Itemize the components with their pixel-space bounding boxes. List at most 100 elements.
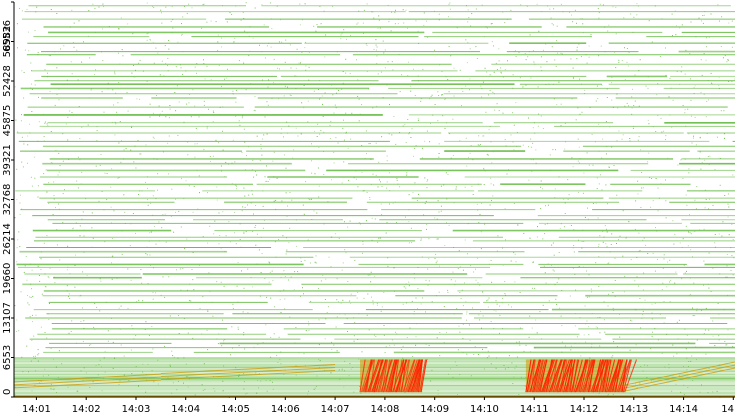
scatter-point [374, 218, 376, 220]
scatter-point [462, 305, 464, 307]
scatter-point [16, 331, 18, 332]
scatter-point [567, 179, 569, 181]
scatter-point [44, 285, 46, 287]
scatter-point [254, 7, 256, 9]
scatter-point [31, 339, 33, 341]
scatter-point [483, 135, 485, 137]
scatter-point [536, 236, 538, 238]
scatter-point [336, 350, 338, 352]
scatter-point [135, 232, 136, 234]
scatter-point [431, 94, 433, 96]
scatter-point [127, 23, 129, 25]
scatter-point [599, 174, 601, 176]
x-tick-label: 14:02 [72, 404, 101, 415]
scatter-point [495, 62, 497, 64]
scatter-point [624, 79, 626, 81]
scatter-point [49, 55, 51, 57]
scatter-point [161, 60, 163, 62]
scatter-point [592, 203, 594, 204]
scatter-point [146, 33, 148, 35]
scatter-point [234, 37, 236, 39]
scatter-point [194, 143, 196, 145]
scatter-point [14, 217, 16, 219]
scatter-point [393, 116, 395, 117]
scatter-point [155, 47, 157, 49]
scatter-point [682, 238, 684, 240]
scatter-point [681, 278, 683, 280]
scatter-point [491, 162, 493, 164]
scatter-point [171, 350, 173, 352]
scatter-point [712, 335, 714, 337]
scatter-point [27, 135, 29, 137]
scatter-point [706, 100, 708, 102]
scatter-point [551, 23, 553, 25]
scatter-point [110, 186, 112, 188]
scatter-point [430, 96, 432, 97]
scatter-point [178, 101, 180, 103]
scatter-point [537, 125, 539, 127]
scatter-point [557, 52, 558, 54]
scatter-point [266, 45, 268, 47]
scatter-point [239, 239, 241, 240]
scatter-point [714, 234, 716, 235]
scatter-point [494, 109, 496, 111]
scatter-point [459, 331, 461, 333]
scatter-point [426, 20, 428, 22]
scatter-point [490, 177, 492, 179]
scatter-point [244, 30, 246, 32]
scatter-point [120, 17, 122, 19]
scatter-point [508, 355, 510, 357]
scatter-point [728, 234, 730, 236]
scatter-point [357, 292, 359, 293]
scatter-point [362, 252, 363, 254]
scatter-point [629, 349, 631, 351]
scatter-point [522, 144, 524, 146]
scatter-point [500, 71, 502, 73]
scatter-point [696, 186, 698, 188]
scatter-point [71, 9, 73, 11]
scatter-point [518, 341, 520, 343]
scatter-point [659, 56, 661, 58]
scatter-point [519, 292, 521, 293]
scatter-point [145, 181, 146, 183]
scatter-point [590, 34, 592, 36]
scatter-point [624, 275, 626, 277]
scatter-point [343, 139, 345, 141]
scatter-point [220, 165, 222, 167]
scatter-point [122, 55, 124, 57]
scatter-point [675, 271, 677, 273]
scatter-point [283, 270, 285, 272]
scatter-point [651, 41, 653, 43]
scatter-point [217, 343, 219, 345]
scatter-point [60, 48, 61, 50]
scatter-point [608, 165, 610, 167]
scatter-point [408, 285, 410, 287]
scatter-point [714, 345, 716, 347]
scatter-point [112, 341, 114, 343]
scatter-point [363, 9, 365, 11]
scatter-point [34, 355, 36, 357]
scatter-point [542, 128, 544, 129]
scatter-point [480, 231, 482, 233]
scatter-point [439, 265, 440, 267]
scatter-point [58, 171, 60, 173]
scatter-point [34, 30, 36, 31]
scatter-point [296, 48, 298, 50]
scatter-point [217, 41, 219, 43]
scatter-point [123, 194, 125, 196]
scatter-point [345, 252, 347, 254]
scatter-point [406, 174, 408, 176]
scatter-point [573, 245, 575, 246]
scatter-point [56, 244, 58, 246]
scatter-point [675, 25, 677, 27]
scatter-point [387, 61, 389, 63]
scatter-point [487, 154, 489, 156]
scatter-point [539, 311, 541, 313]
scatter-point [611, 233, 613, 235]
scatter-point [112, 89, 114, 91]
scatter-point [31, 111, 33, 112]
scatter-point [377, 27, 379, 29]
scatter-point [493, 45, 494, 47]
scatter-point [693, 282, 695, 284]
scatter-point [21, 136, 23, 138]
